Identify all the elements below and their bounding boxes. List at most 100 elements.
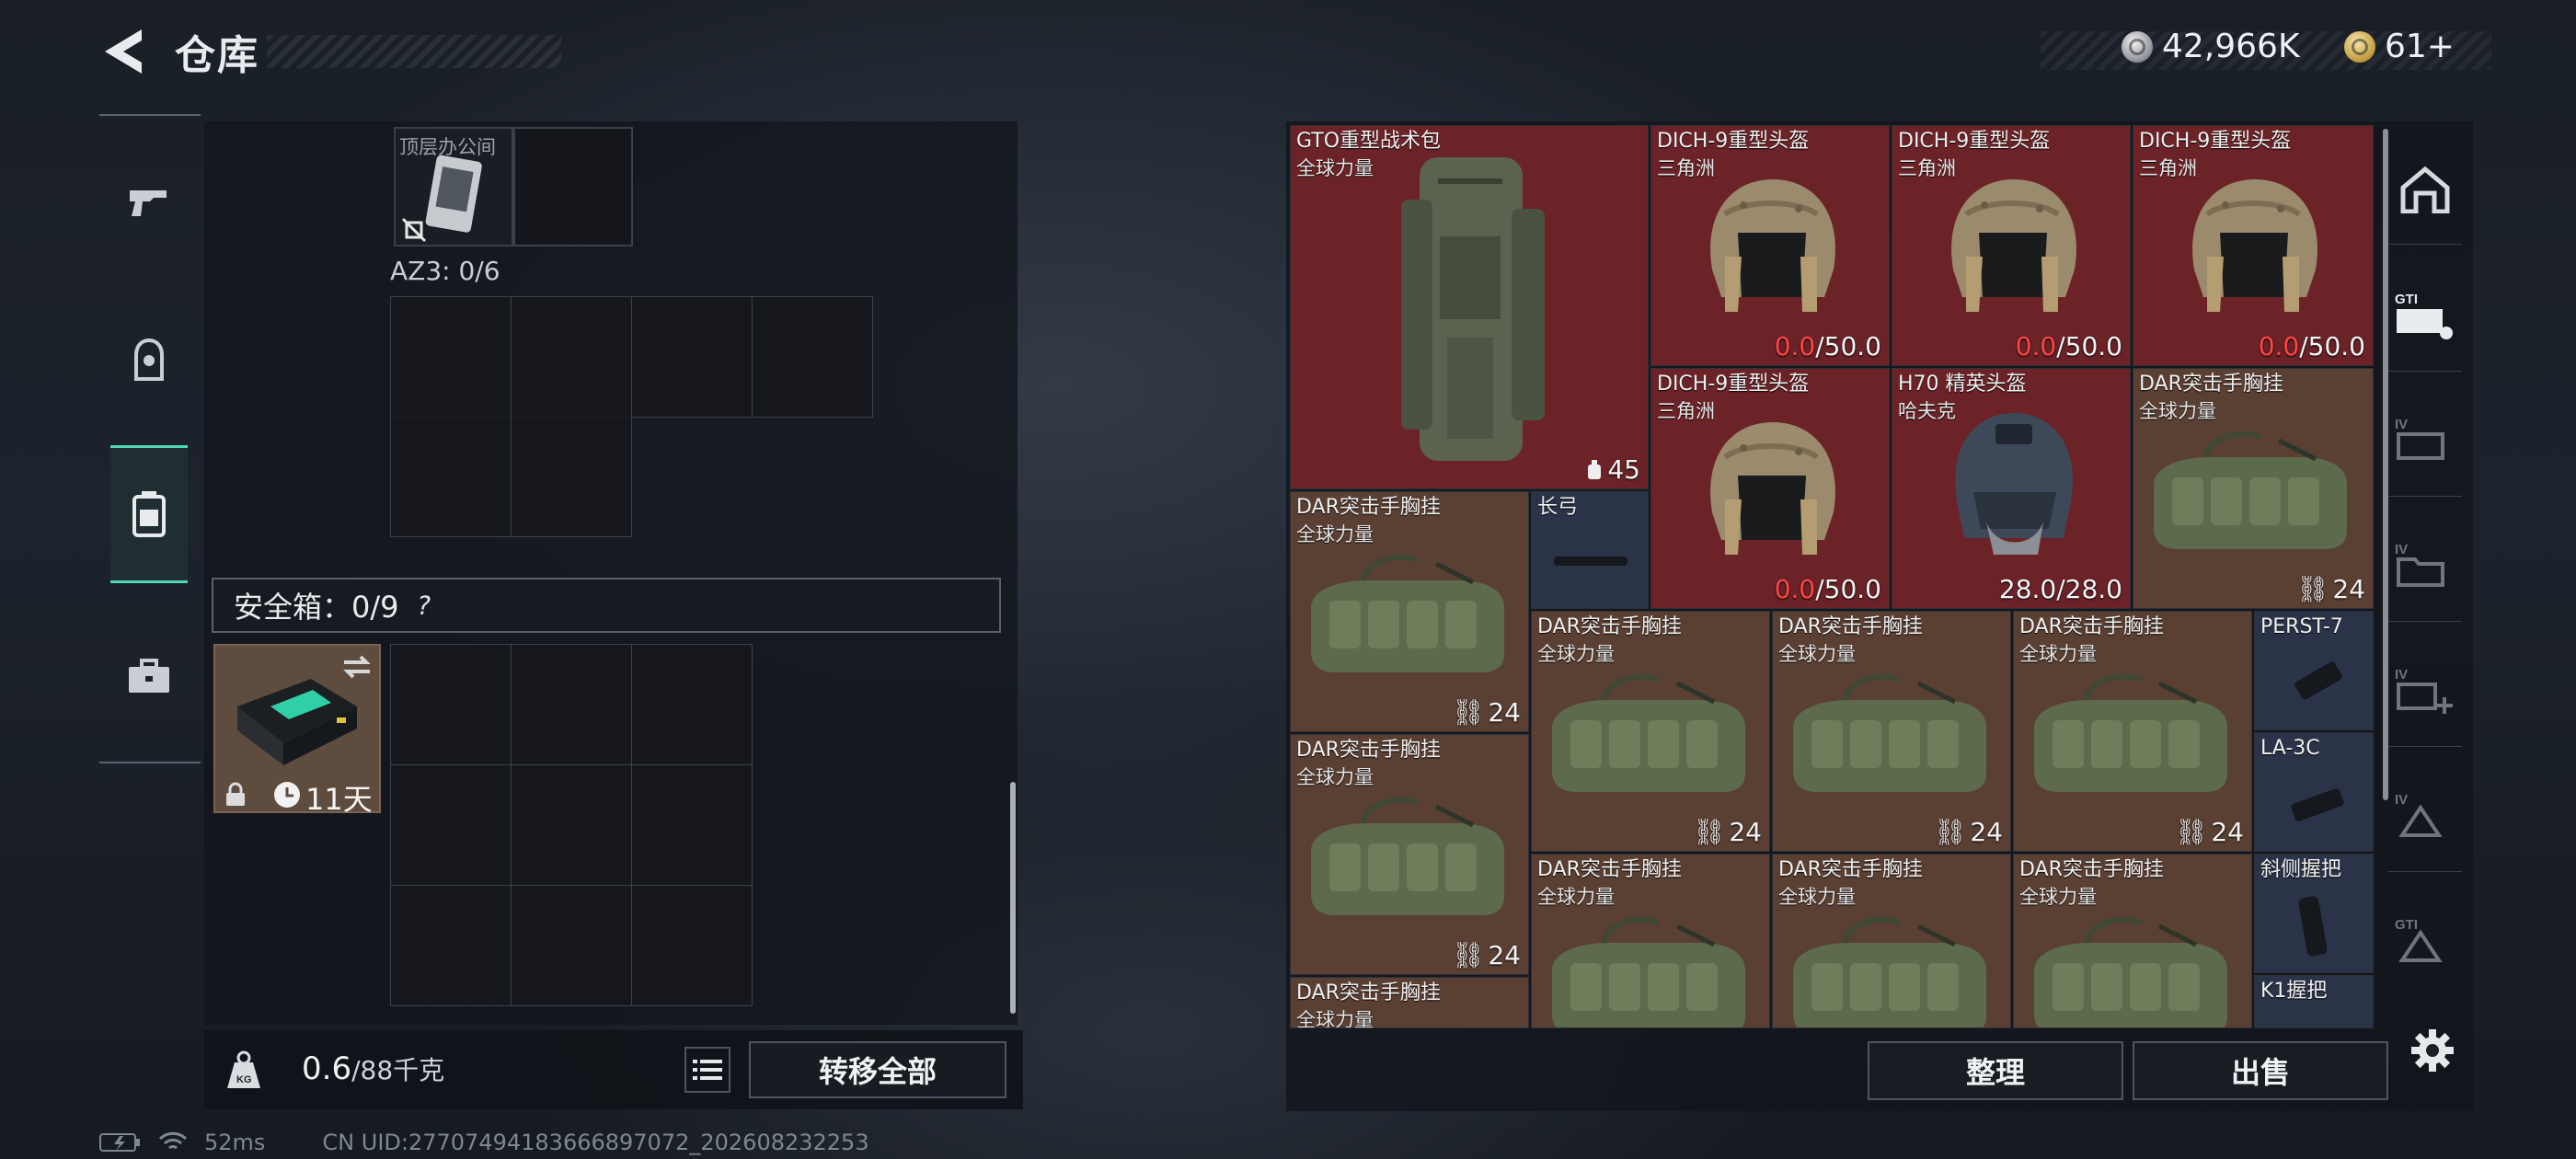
stash-item-chest-rig[interactable]: DAR突击手胸挂 全球力量 ⛓ 24 [1290, 734, 1529, 975]
left-scrollbar[interactable] [1010, 782, 1016, 1014]
chest-rig-image-icon [2154, 430, 2347, 549]
stash-item-chest-rig[interactable]: DAR突击手胸挂 全球力量 [1290, 977, 1529, 1028]
stash-item-angled-grip[interactable]: 斜侧握把 [2254, 854, 2374, 973]
transfer-all-button[interactable]: 转移全部 [749, 1041, 1006, 1098]
rail-home[interactable] [2388, 134, 2462, 245]
rail-iv-filter[interactable]: IV [2388, 762, 2462, 872]
stash-item-perst7[interactable]: PERST-7 [2254, 611, 2374, 730]
safe-box-header: 安全箱：0/9 ? [212, 578, 1001, 633]
grid-slot[interactable] [512, 765, 632, 886]
stash-item-helmet[interactable]: DICH-9重型头盔 三角洲 0.0/50.0 [2133, 125, 2374, 366]
stash-item-elite-helmet[interactable]: H70 精英头盔 哈夫克 28.0/28.0 [1892, 368, 2131, 609]
chest-rig-image-icon [2034, 916, 2227, 1027]
attachment-image-icon [2291, 788, 2344, 821]
weight-icon-wrap: KG [208, 1034, 280, 1106]
helmet-icon [134, 338, 164, 381]
scope-image-icon [1554, 557, 1627, 566]
sell-button[interactable]: 出售 [2133, 1041, 2388, 1100]
item-faction: 全球力量 [1296, 1009, 1374, 1028]
help-icon[interactable]: ? [408, 590, 441, 621]
list-view-button[interactable] [684, 1047, 730, 1093]
item-name: LA-3C [2260, 737, 2320, 760]
backpack-icon [132, 491, 166, 537]
rig-capacity-icon: ⛓ [1933, 817, 1967, 847]
grid-slot[interactable] [512, 417, 632, 537]
rail-weapons[interactable] [110, 134, 188, 272]
grid-slot[interactable] [753, 297, 873, 418]
stash-item-chest-rig[interactable]: DAR突击手胸挂 全球力量 ⛓ 24 [1531, 611, 1770, 852]
weight-max: /88千克 [351, 1055, 445, 1085]
grid-slot[interactable] [391, 417, 512, 537]
az3-grid-top [390, 296, 873, 418]
lock-icon [226, 782, 245, 806]
gold-currency[interactable]: 61+ [2344, 28, 2455, 65]
iv-add-icon: IV [2395, 667, 2453, 714]
rail-helmet[interactable] [110, 291, 188, 429]
stash-item-chest-rig[interactable]: DAR突击手胸挂 全球力量 ⛓ 24 [1772, 611, 2011, 852]
grid-slot[interactable] [632, 886, 753, 1006]
rig-capacity-icon: ⛓ [2174, 817, 2208, 847]
list-icon [693, 1060, 722, 1080]
safe-box-item[interactable]: 11天 [213, 644, 381, 817]
settings-button[interactable] [2405, 1023, 2460, 1078]
grid-slot[interactable] [512, 297, 632, 418]
chest-rig-image-icon [1552, 673, 1745, 792]
stash-item-helmet[interactable]: DICH-9重型头盔 三角洲 0.0/50.0 [1892, 125, 2131, 366]
stash-item-backpack[interactable]: GTO重型战术包 全球力量 45 [1290, 125, 1649, 489]
status-bar: 52ms CN UID:27707494183666897072_2026082… [99, 1130, 869, 1155]
stash-item-k1-grip[interactable]: K1握把 [2254, 975, 2374, 1028]
silver-currency[interactable]: 42,966K [2122, 28, 2300, 65]
item-faction: 全球力量 [1296, 157, 1374, 179]
grid-slot[interactable] [391, 886, 512, 1006]
wifi-icon [158, 1131, 188, 1150]
item-name: DICH-9重型头盔 [2139, 130, 2292, 153]
back-button[interactable] [99, 26, 155, 77]
stash-item-chest-rig[interactable]: DAR突击手胸挂 全球力量 ⛓ 24 [2013, 611, 2252, 852]
item-name: DAR突击手胸挂 [1537, 858, 1682, 881]
stash-item-chest-rig[interactable]: DAR突击手胸挂 全球力量 ⛓ 24 [2133, 368, 2374, 609]
rail-gti[interactable]: GTI [2388, 261, 2462, 372]
stash-item-chest-rig[interactable]: DAR突击手胸挂 全球力量 [1531, 854, 1770, 1028]
grid-slot[interactable] [632, 297, 753, 418]
grid-slot[interactable] [632, 765, 753, 886]
helmet-image-icon [1951, 179, 2076, 312]
rail-case[interactable] [110, 607, 188, 745]
attachment-image-icon [2294, 661, 2342, 700]
stash-item-chest-rig[interactable]: DAR突击手胸挂 全球力量 ⛓ 24 [1290, 491, 1529, 732]
capacity-icon [1588, 459, 1602, 479]
svg-text:IV: IV [2395, 542, 2408, 557]
briefcase-icon [129, 659, 169, 693]
item-name: DICH-9重型头盔 [1898, 130, 2051, 153]
stash-item-chest-rig[interactable]: DAR突击手胸挂 全球力量 [1772, 854, 2011, 1028]
grid-slot[interactable] [512, 886, 632, 1006]
rail-iv-folder[interactable]: IV [2388, 511, 2462, 622]
rail-iv-add[interactable]: IV [2388, 637, 2462, 747]
stash-item-helmet[interactable]: DICH-9重型头盔 三角洲 0.0/50.0 [1650, 368, 1890, 609]
grid-slot[interactable] [632, 645, 753, 765]
container-empty-slot[interactable] [513, 127, 633, 247]
grid-slot[interactable] [391, 765, 512, 886]
grid-slot[interactable] [391, 297, 512, 418]
office-key-slot[interactable]: 顶层办公间 [394, 127, 513, 247]
battery-icon [99, 1133, 140, 1152]
rig-capacity-icon: ⛓ [1451, 697, 1485, 728]
sort-button[interactable]: 整理 [1868, 1041, 2123, 1100]
stash-item-longbow[interactable]: 长弓 [1531, 491, 1649, 609]
rail-iv[interactable]: IV [2388, 386, 2462, 497]
item-count: ⛓ 24 [2174, 817, 2244, 847]
svg-text:GTI: GTI [2395, 292, 2418, 307]
svg-text:IV: IV [2395, 792, 2408, 808]
chest-rig-image-icon [1552, 916, 1745, 1027]
gold-amount: 61+ [2385, 28, 2455, 65]
item-name: DAR突击手胸挂 [1296, 981, 1441, 1004]
stash-item-chest-rig[interactable]: DAR突击手胸挂 全球力量 [2013, 854, 2252, 1028]
az3-slot-label: AZ3: 0/6 [390, 256, 500, 286]
rail-gti-filter[interactable]: GTI [2388, 887, 2462, 997]
item-name: DAR突击手胸挂 [1537, 615, 1682, 638]
grid-slot[interactable] [512, 645, 632, 765]
grid-slot[interactable] [391, 645, 512, 765]
safe-box-label: 安全箱：0/9 [234, 590, 399, 625]
stash-item-la3c[interactable]: LA-3C [2254, 732, 2374, 852]
stash-item-helmet[interactable]: DICH-9重型头盔 三角洲 0.0/50.0 [1650, 125, 1890, 366]
rail-backpack[interactable] [110, 445, 188, 583]
